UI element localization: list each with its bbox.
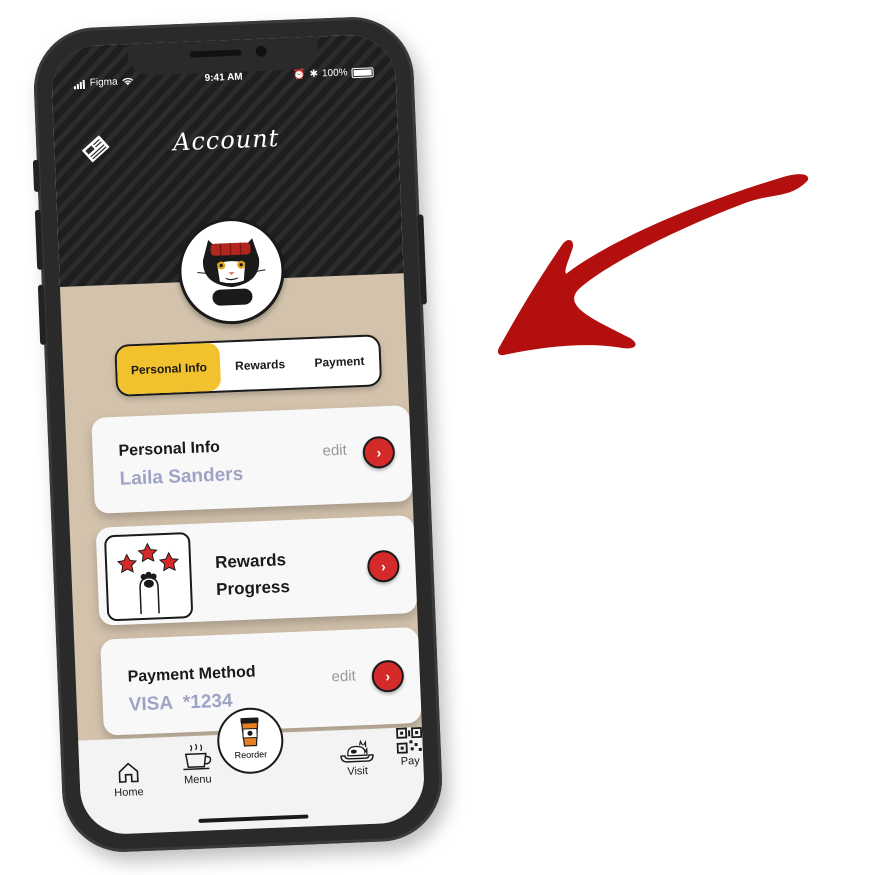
red-arrow (497, 174, 809, 356)
silent-switch (32, 159, 41, 192)
personal-info-arrow-button[interactable]: › (362, 435, 396, 469)
account-tabs: Personal Info Rewards Payment (114, 334, 383, 397)
reorder-button[interactable]: Reorder (216, 706, 285, 776)
tab-rewards[interactable]: Rewards (220, 339, 301, 390)
cat-bed-icon (340, 739, 374, 763)
page-title: Account (172, 124, 280, 157)
paw-stars-icon (103, 532, 194, 622)
edit-payment-link[interactable]: edit (331, 667, 356, 685)
avatar[interactable] (176, 216, 287, 327)
home-icon (118, 762, 139, 783)
app-screen: Figma 9:41 AM ⏰ ✱ 100% Account Personal … (50, 33, 426, 836)
bluetooth-icon: ✱ (309, 68, 319, 80)
reorder-label: Reorder (234, 749, 268, 761)
nav-visit[interactable]: Visit (338, 737, 376, 778)
coffee-cup-icon (183, 743, 212, 771)
coffee-to-go-icon (240, 717, 259, 747)
nav-visit-label: Visit (347, 765, 369, 778)
nav-menu-label: Menu (183, 773, 212, 787)
nav-pay[interactable]: Pay (396, 726, 424, 768)
battery-percent: 100% (321, 67, 348, 80)
home-indicator[interactable] (198, 814, 309, 823)
edit-personal-info-link[interactable]: edit (322, 442, 347, 460)
bottom-nav: Home Menu Reorder Visit Pay (78, 706, 426, 836)
nav-home[interactable]: Home (113, 760, 144, 799)
user-name: Laila Sanders (119, 463, 244, 490)
nav-menu[interactable]: Menu (180, 741, 214, 786)
nav-home-label: Home (114, 786, 144, 800)
rewards-progress-card[interactable]: Rewards Progress › (95, 515, 418, 626)
rewards-arrow-button[interactable]: › (366, 549, 401, 583)
chevron-right-icon: › (376, 444, 382, 461)
tab-personal-info[interactable]: Personal Info (116, 342, 222, 395)
nav-pay-label: Pay (400, 754, 420, 768)
personal-info-card[interactable]: Personal Info Laila Sanders edit › (91, 405, 413, 514)
tab-payment[interactable]: Payment (299, 336, 380, 387)
phone-mockup: Figma 9:41 AM ⏰ ✱ 100% Account Personal … (31, 14, 445, 855)
chevron-right-icon: › (385, 668, 391, 685)
payment-method-title: Payment Method (127, 663, 256, 686)
qr-code-icon (396, 726, 423, 754)
chevron-right-icon: › (380, 558, 387, 575)
rewards-title-line2: Progress (215, 577, 291, 599)
cat-avatar-icon (197, 238, 266, 306)
rewards-progress-title: Rewards Progress (215, 544, 337, 603)
battery-icon (351, 66, 374, 78)
payment-arrow-button[interactable]: › (371, 659, 405, 693)
alarm-icon: ⏰ (292, 68, 306, 81)
personal-info-title: Personal Info (118, 438, 221, 460)
